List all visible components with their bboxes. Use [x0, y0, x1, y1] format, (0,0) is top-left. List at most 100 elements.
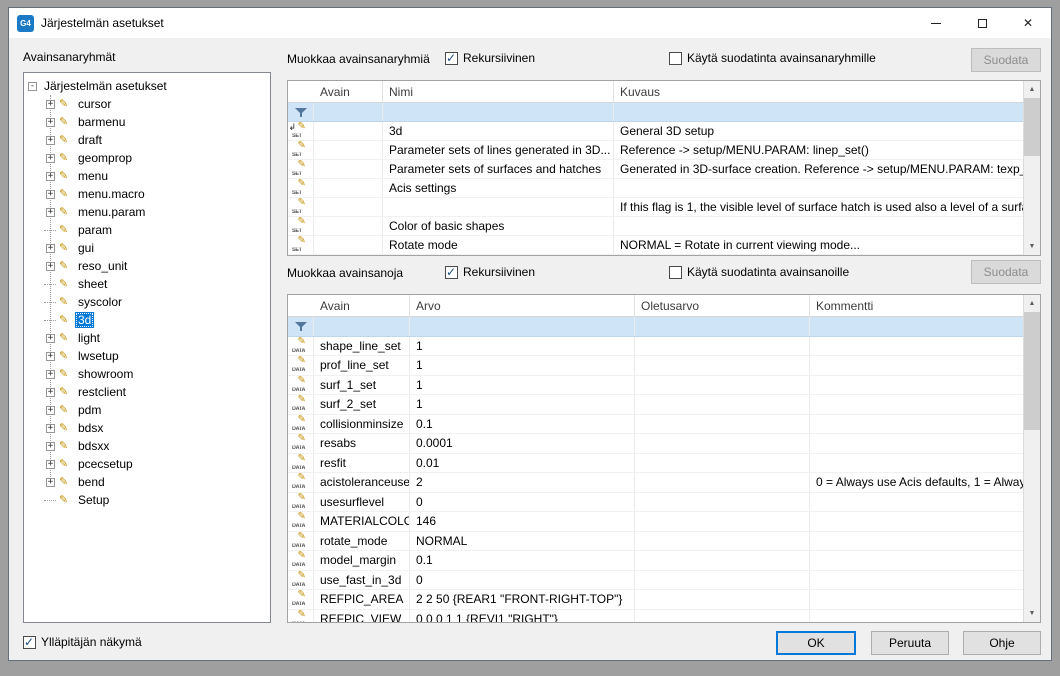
scroll-up-icon[interactable]: ▲ — [1024, 295, 1040, 312]
groups-table-scrollbar[interactable]: ▲ ▼ — [1023, 81, 1040, 255]
recursive-keywords-checkbox[interactable]: Rekursiivinen — [445, 264, 535, 280]
tree-item-geomprop[interactable]: +✎geomprop — [24, 149, 270, 167]
tree-item-pcecsetup[interactable]: +✎pcecsetup — [24, 455, 270, 473]
tree-expand-icon[interactable]: + — [46, 136, 55, 145]
filter-row[interactable] — [288, 317, 1023, 337]
maximize-button[interactable] — [959, 8, 1005, 38]
tree-item-root[interactable]: -Järjestelmän asetukset — [24, 77, 270, 95]
scroll-down-icon[interactable]: ▼ — [1024, 238, 1040, 255]
use-filter-keywords-checkbox[interactable]: Käytä suodatinta avainsanoille — [669, 264, 849, 280]
filter-groups-button[interactable]: Suodata — [971, 48, 1041, 72]
table-row[interactable]: ✎DATAusesurflevel0 — [288, 493, 1023, 513]
tree-expand-icon[interactable]: + — [46, 424, 55, 433]
tree-item-menu-macro[interactable]: +✎menu.macro — [24, 185, 270, 203]
tree-collapse-icon[interactable]: - — [28, 82, 37, 91]
tree-expand-icon[interactable]: + — [46, 118, 55, 127]
table-row[interactable]: ↲✎SET3dGeneral 3D setup — [288, 122, 1023, 141]
table-row[interactable]: ✎DATAresabs0.0001 — [288, 434, 1023, 454]
tree-item-3d[interactable]: ✎3d — [24, 311, 270, 329]
app-icon[interactable]: G4 — [17, 15, 34, 32]
tree-expand-icon[interactable]: + — [46, 172, 55, 181]
table-row[interactable]: ✎SETRotate modeNORMAL = Rotate in curren… — [288, 236, 1023, 255]
table-row[interactable]: ✎DATAmodel_margin0.1 — [288, 551, 1023, 571]
tree-item-lwsetup[interactable]: +✎lwsetup — [24, 347, 270, 365]
tree-expand-icon[interactable]: + — [46, 208, 55, 217]
filter-row[interactable] — [288, 103, 1023, 122]
tree-expand-icon[interactable]: + — [46, 388, 55, 397]
table-row[interactable]: ✎DATAacistoleranceused20 = Always use Ac… — [288, 473, 1023, 493]
column-header-avain[interactable]: Avain — [288, 295, 410, 316]
table-row[interactable]: ✎DATAprof_line_set1 — [288, 356, 1023, 376]
filter-keywords-button[interactable]: Suodata — [971, 260, 1041, 284]
admin-view-checkbox[interactable]: Ylläpitäjän näkymä — [23, 634, 142, 650]
table-row[interactable]: ✎DATAsurf_2_set1 — [288, 395, 1023, 415]
tree-item-gui[interactable]: +✎gui — [24, 239, 270, 257]
tree-item-syscolor[interactable]: ✎syscolor — [24, 293, 270, 311]
column-header-nimi[interactable]: Nimi — [383, 81, 614, 102]
column-header-kuvaus[interactable]: Kuvaus — [614, 81, 1023, 102]
use-filter-groups-checkbox[interactable]: Käytä suodatinta avainsanaryhmille — [669, 50, 876, 66]
tree-expand-icon[interactable]: + — [46, 442, 55, 451]
table-row[interactable]: ✎DATAshape_line_set1 — [288, 337, 1023, 357]
tree-expand-icon[interactable]: + — [46, 352, 55, 361]
tree-expand-icon[interactable]: + — [46, 460, 55, 469]
scrollbar-thumb[interactable] — [1024, 312, 1040, 430]
help-button[interactable]: Ohje — [963, 631, 1041, 655]
tree-item-menu-param[interactable]: +✎menu.param — [24, 203, 270, 221]
keywords-table-scrollbar[interactable]: ▲ ▼ — [1023, 295, 1040, 622]
tree-expand-icon[interactable]: + — [46, 100, 55, 109]
table-row[interactable]: ✎SETIf this flag is 1, the visible level… — [288, 198, 1023, 217]
tree-expand-icon[interactable]: + — [46, 334, 55, 343]
titlebar[interactable]: G4 Järjestelmän asetukset ✕ — [9, 8, 1051, 38]
tree-item-cursor[interactable]: +✎cursor — [24, 95, 270, 113]
tree-expand-icon[interactable]: + — [46, 154, 55, 163]
tree-item-setup[interactable]: ✎Setup — [24, 491, 270, 509]
tree-item-param[interactable]: ✎param — [24, 221, 270, 239]
table-row[interactable]: ✎DATAresfit0.01 — [288, 454, 1023, 474]
table-row[interactable]: ✎SETColor of basic shapes — [288, 217, 1023, 236]
cancel-button[interactable]: Peruuta — [871, 631, 949, 655]
scroll-up-icon[interactable]: ▲ — [1024, 81, 1040, 98]
tree-item-reso-unit[interactable]: +✎reso_unit — [24, 257, 270, 275]
table-row[interactable]: ✎SETParameter sets of lines generated in… — [288, 141, 1023, 160]
tree-item-sheet[interactable]: ✎sheet — [24, 275, 270, 293]
tree-item-barmenu[interactable]: +✎barmenu — [24, 113, 270, 131]
column-header-oletusarvo[interactable]: Oletusarvo — [635, 295, 810, 316]
tree-expand-icon[interactable]: + — [46, 262, 55, 271]
tree-item-restclient[interactable]: +✎restclient — [24, 383, 270, 401]
recursive-groups-checkbox[interactable]: Rekursiivinen — [445, 50, 535, 66]
tree-expand-icon[interactable]: + — [46, 370, 55, 379]
minimize-button[interactable] — [913, 8, 959, 38]
column-header-kommentti[interactable]: Kommentti — [810, 295, 1023, 316]
tree-expand-icon[interactable]: + — [46, 244, 55, 253]
column-header-arvo[interactable]: Arvo — [410, 295, 635, 316]
tree-item-draft[interactable]: +✎draft — [24, 131, 270, 149]
table-row[interactable]: ✎DATArotate_modeNORMAL — [288, 532, 1023, 552]
scrollbar-thumb[interactable] — [1024, 98, 1040, 156]
tree-item-light[interactable]: +✎light — [24, 329, 270, 347]
tree-item-bdsx[interactable]: +✎bdsx — [24, 419, 270, 437]
table-row[interactable]: ✎DATAREFPIC_AREA2 2 50 {REAR1 "FRONT-RIG… — [288, 590, 1023, 610]
table-row[interactable]: ✎DATAsurf_1_set1 — [288, 376, 1023, 396]
ok-button[interactable]: OK — [776, 631, 856, 655]
tree-item-bdsxx[interactable]: +✎bdsxx — [24, 437, 270, 455]
table-row[interactable]: ✎SETParameter sets of surfaces and hatch… — [288, 160, 1023, 179]
tree-item-showroom[interactable]: +✎showroom — [24, 365, 270, 383]
tree-item-menu[interactable]: +✎menu — [24, 167, 270, 185]
pencil-icon: ✎ — [298, 493, 306, 503]
table-row[interactable]: ✎DATAcollisionminsize0.1 — [288, 415, 1023, 435]
checkbox-label: Käytä suodatinta avainsanaryhmille — [687, 51, 876, 65]
tree-expand-icon[interactable]: + — [46, 406, 55, 415]
tree-item-pdm[interactable]: +✎pdm — [24, 401, 270, 419]
table-row[interactable]: ✎DATAMATERIALCOLOR146 — [288, 512, 1023, 532]
scroll-down-icon[interactable]: ▼ — [1024, 605, 1040, 622]
table-row[interactable]: ✎DATAuse_fast_in_3d0 — [288, 571, 1023, 591]
close-button[interactable]: ✕ — [1005, 8, 1051, 38]
column-header-avain[interactable]: Avain — [288, 81, 383, 102]
table-row[interactable]: ✎DATAREFPIC_VIEW0 0 0 1 1 {REVI1 "RIGHT"… — [288, 610, 1023, 624]
tree-expand-icon[interactable]: + — [46, 190, 55, 199]
table-row[interactable]: ✎SETAcis settings — [288, 179, 1023, 198]
tree-expand-icon[interactable]: + — [46, 478, 55, 487]
keyword-groups-treebox[interactable]: -Järjestelmän asetukset+✎cursor+✎barmenu… — [23, 72, 271, 623]
tree-item-bend[interactable]: +✎bend — [24, 473, 270, 491]
